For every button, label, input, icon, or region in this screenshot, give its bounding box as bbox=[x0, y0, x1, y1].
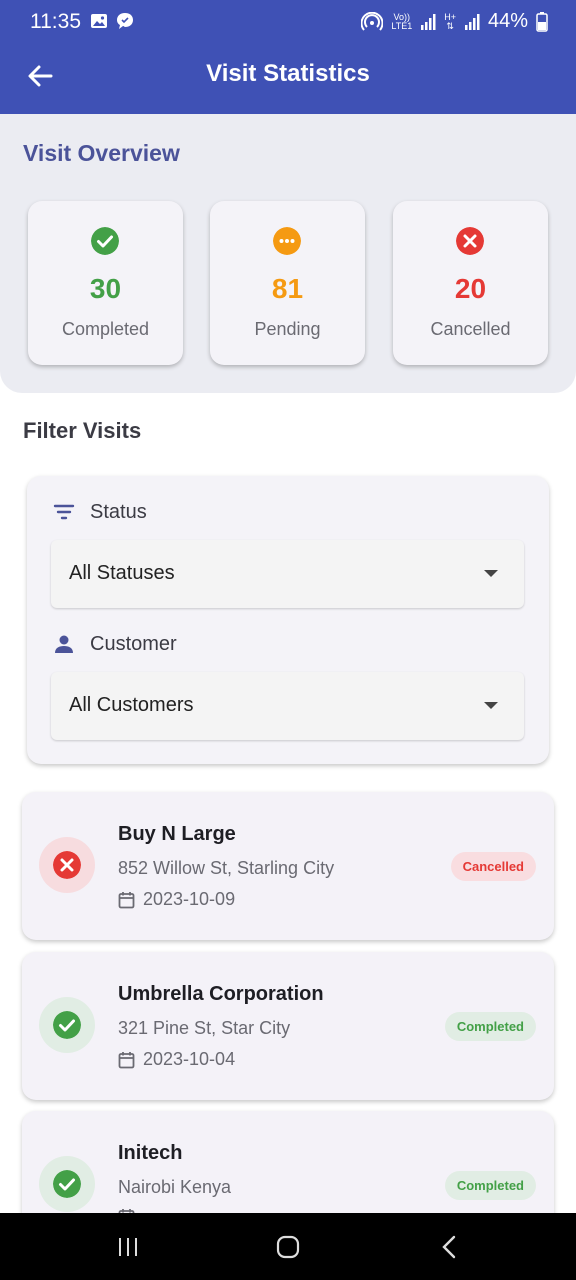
cancelled-count: 20 bbox=[454, 273, 487, 304]
visit-date: 2023-10-04 bbox=[143, 1049, 236, 1069]
system-navigation-bar bbox=[0, 1213, 576, 1280]
status-time: 11:35 bbox=[30, 10, 81, 33]
x-circle-icon bbox=[53, 851, 81, 879]
calendar-icon bbox=[118, 891, 135, 908]
more-horizontal-circle-icon bbox=[273, 227, 301, 255]
gallery-notification-icon bbox=[91, 14, 107, 28]
customer-label: Customer bbox=[90, 632, 177, 655]
visit-status-avatar bbox=[39, 997, 95, 1053]
status-badge: Completed bbox=[444, 1171, 536, 1200]
status-right: Vo)) LTE1 H+ ⇅ 44% bbox=[361, 10, 548, 33]
visit-date-row: 2023-10-04 bbox=[118, 1049, 235, 1070]
completed-count: 30 bbox=[89, 273, 122, 304]
dropdown-arrow-icon bbox=[484, 570, 498, 577]
lte-label: LTE1 bbox=[391, 20, 413, 31]
pending-stat-card[interactable]: 81 Pending bbox=[210, 201, 365, 365]
status-bar: 11:35 Vo)) LTE1 H+ ⇅ 44% bbox=[0, 0, 576, 44]
visit-address: 852 Willow St, Starling City bbox=[118, 858, 335, 878]
screen: 11:35 Vo)) LTE1 H+ ⇅ 44% Visit Statistic… bbox=[0, 0, 576, 1280]
recent-apps-icon[interactable] bbox=[114, 1233, 142, 1261]
completed-stat-card[interactable]: 30 Completed bbox=[28, 201, 183, 365]
battery-percent: 44% bbox=[487, 10, 528, 32]
cancelled-stat-card[interactable]: 20 Cancelled bbox=[393, 201, 548, 365]
filter-title: Filter Visits bbox=[23, 418, 142, 443]
status-notification-icons bbox=[90, 12, 134, 30]
visit-customer-name: Initech bbox=[118, 1142, 183, 1164]
visit-status-avatar bbox=[39, 1156, 95, 1212]
visit-customer-name: Umbrella Corporation bbox=[118, 983, 324, 1005]
visit-date: 2023-10-09 bbox=[143, 889, 236, 909]
visit-customer-name: Buy N Large bbox=[118, 823, 236, 845]
check-circle-icon bbox=[53, 1011, 81, 1039]
chat-notification-icon bbox=[117, 13, 133, 29]
person-icon bbox=[55, 635, 73, 653]
home-icon[interactable] bbox=[274, 1233, 302, 1261]
hotspot-icon bbox=[361, 11, 384, 31]
customer-dropdown[interactable]: All Customers bbox=[51, 672, 524, 740]
dropdown-arrow-icon bbox=[484, 702, 498, 709]
check-circle-icon bbox=[53, 1170, 81, 1198]
visit-date-row: 2023-10-09 bbox=[118, 889, 235, 910]
visit-card[interactable]: Umbrella Corporation 321 Pine St, Star C… bbox=[22, 952, 554, 1100]
top-bar: 11:35 Vo)) LTE1 H+ ⇅ 44% Visit Statistic… bbox=[0, 0, 576, 114]
visit-address: 321 Pine St, Star City bbox=[118, 1018, 291, 1038]
page-title: Visit Statistics bbox=[206, 60, 370, 87]
cancelled-label: Cancelled bbox=[430, 319, 511, 339]
filter-list-icon bbox=[53, 504, 75, 520]
signal-icon bbox=[421, 13, 436, 30]
visit-status-avatar bbox=[39, 837, 95, 893]
customer-filter-label: Customer bbox=[52, 632, 177, 656]
completed-label: Completed bbox=[61, 319, 150, 339]
data-arrows-icon: ⇅ bbox=[446, 20, 454, 31]
status-badge: Cancelled bbox=[450, 852, 536, 881]
back-nav-icon[interactable] bbox=[436, 1233, 464, 1261]
visit-overview-section: Visit Overview 30 Completed 81 Pending 2… bbox=[0, 114, 576, 393]
status-badge: Completed bbox=[444, 1012, 536, 1041]
pending-label: Pending bbox=[254, 319, 321, 339]
filter-card: Status All Statuses Customer All Custome… bbox=[27, 476, 549, 764]
volte-indicator: Vo)) LTE1 bbox=[391, 12, 413, 31]
hplus-indicator: H+ ⇅ bbox=[444, 12, 456, 31]
visit-address: Nairobi Kenya bbox=[118, 1177, 232, 1197]
battery-icon bbox=[536, 11, 548, 32]
pending-count: 81 bbox=[271, 273, 304, 304]
status-dropdown[interactable]: All Statuses bbox=[51, 540, 524, 608]
signal-icon-2 bbox=[464, 13, 480, 30]
status-dropdown-value: All Statuses bbox=[69, 562, 175, 584]
status-label: Status bbox=[90, 500, 147, 523]
status-filter-label: Status bbox=[52, 500, 147, 524]
overview-title: Visit Overview bbox=[23, 140, 180, 166]
x-circle-icon bbox=[456, 227, 484, 255]
calendar-icon bbox=[118, 1051, 135, 1068]
visit-card[interactable]: Buy N Large 852 Willow St, Starling City… bbox=[22, 792, 554, 940]
check-circle-icon bbox=[91, 227, 119, 255]
customer-dropdown-value: All Customers bbox=[69, 694, 194, 716]
